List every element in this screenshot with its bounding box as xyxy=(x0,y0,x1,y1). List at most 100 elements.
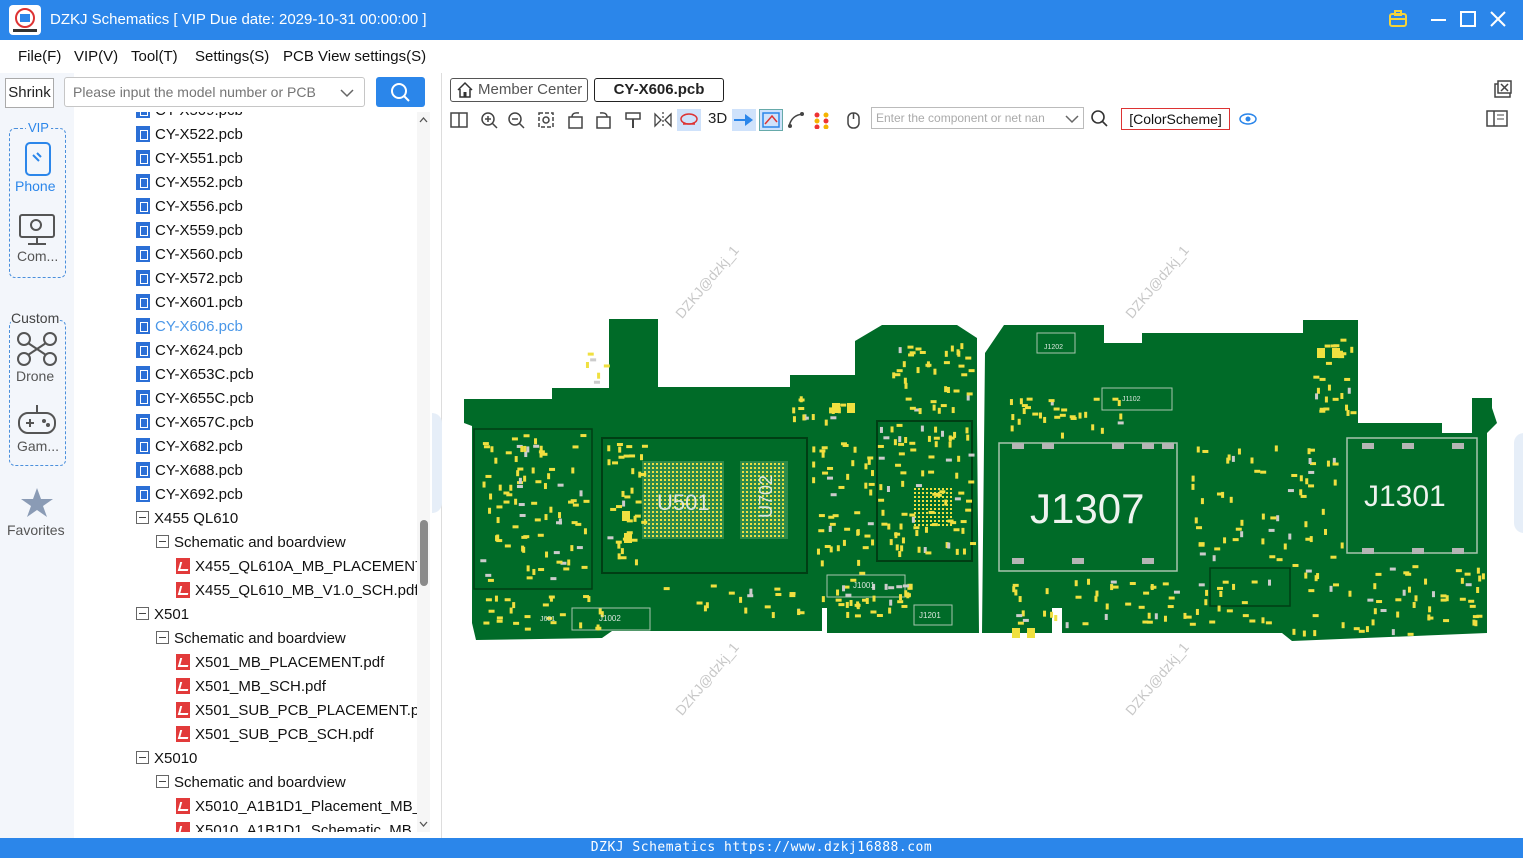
pcb-pad xyxy=(1367,598,1374,602)
tree-file[interactable]: X5010_A1B1D1_Schematic_MB_V xyxy=(176,822,417,832)
collapse-icon[interactable] xyxy=(156,775,169,788)
tree-file[interactable]: CY-X551.pcb xyxy=(136,150,243,174)
category-computer[interactable]: Com... xyxy=(14,213,62,269)
tree-file[interactable]: CY-X509.pcb xyxy=(136,112,243,126)
net-highlight-button[interactable] xyxy=(677,109,701,131)
collapse-icon[interactable] xyxy=(136,751,149,764)
tree-file[interactable]: CY-X624.pcb xyxy=(136,342,243,366)
pcb-pad xyxy=(1194,517,1198,524)
tree-file[interactable]: X501_SUB_PCB_SCH.pdf xyxy=(176,726,373,750)
briefcase-icon[interactable] xyxy=(1387,8,1409,30)
zoom-out-icon[interactable] xyxy=(507,111,525,129)
category-favorites[interactable]: Favorites xyxy=(4,485,70,541)
tree-file[interactable]: CY-X552.pcb xyxy=(136,174,243,198)
side-panel-icon[interactable] xyxy=(1486,110,1508,128)
pcb-pad xyxy=(934,500,936,502)
vip-label: VIP xyxy=(26,120,51,135)
tree-file[interactable]: X501_SUB_PCB_PLACEMENT.pdf xyxy=(176,702,417,726)
chevron-down-icon[interactable] xyxy=(340,88,354,98)
tree-file[interactable]: CY-X601.pcb xyxy=(136,294,243,318)
pcb-pad xyxy=(1460,577,1464,584)
tree-file[interactable]: CY-X559.pcb xyxy=(136,222,243,246)
pcb-pad xyxy=(1142,443,1154,449)
close-icon[interactable] xyxy=(1487,8,1509,30)
tree-file[interactable]: CY-X655C.pcb xyxy=(136,390,254,414)
category-game[interactable]: Gam... xyxy=(14,403,62,459)
pcb-pad xyxy=(572,445,579,449)
tree-file[interactable]: CY-X522.pcb xyxy=(136,126,243,150)
shrink-button[interactable]: Shrink xyxy=(5,78,54,108)
scroll-down-icon[interactable] xyxy=(417,818,430,830)
color-dots-icon[interactable] xyxy=(813,111,831,129)
tree-folder[interactable]: Schematic and boardview xyxy=(156,774,346,798)
scroll-up-icon[interactable] xyxy=(417,114,430,126)
rotate-right-icon[interactable] xyxy=(594,111,612,129)
pcb-pad xyxy=(524,627,531,631)
collapse-icon[interactable] xyxy=(156,631,169,644)
tree-file[interactable]: CY-X560.pcb xyxy=(136,246,243,270)
tree-scrollbar[interactable] xyxy=(417,112,430,832)
tree-scroll-thumb[interactable] xyxy=(420,520,428,586)
trace-route-icon[interactable] xyxy=(787,111,805,129)
collapse-icon[interactable] xyxy=(136,511,149,524)
tree-file[interactable]: CY-X682.pcb xyxy=(136,438,243,462)
tree-file[interactable]: X5010_A1B1D1_Placement_MB_V xyxy=(176,798,417,822)
component-search-input[interactable]: Enter the component or net nan xyxy=(871,107,1084,129)
model-search-input[interactable] xyxy=(65,78,325,106)
model-search-field[interactable] xyxy=(64,77,365,107)
3d-button[interactable]: 3D xyxy=(708,110,727,127)
category-phone[interactable]: Phone xyxy=(14,141,62,197)
menu-tool[interactable]: Tool(T) xyxy=(131,48,178,65)
search-button[interactable] xyxy=(376,77,425,107)
pcb-pad xyxy=(1117,400,1121,407)
tab-member-center[interactable]: Member Center xyxy=(450,78,588,102)
rotate-left-icon[interactable] xyxy=(567,111,585,129)
paint-brush-icon[interactable] xyxy=(624,111,642,129)
pcb-pad xyxy=(1472,615,1479,619)
tree-folder[interactable]: Schematic and boardview xyxy=(156,534,346,558)
tree-folder[interactable]: X455 QL610 xyxy=(136,510,238,534)
tree-file[interactable]: X455_QL610_MB_V1.0_SCH.pdf xyxy=(176,582,417,606)
eye-icon[interactable] xyxy=(1238,110,1258,128)
minimize-icon[interactable] xyxy=(1428,8,1450,30)
tree-file[interactable]: CY-X556.pcb xyxy=(136,198,243,222)
pcb-pad xyxy=(750,495,752,497)
mirror-icon[interactable] xyxy=(654,111,672,129)
tree-file[interactable]: CY-X606.pcb xyxy=(136,318,243,342)
color-scheme-button[interactable]: [ColorScheme] xyxy=(1121,108,1230,130)
show-pins-button[interactable] xyxy=(732,109,756,131)
tree-file[interactable]: X455_QL610A_MB_PLACEMENT_V xyxy=(176,558,417,582)
pcb-pad xyxy=(716,463,718,465)
collapse-icon[interactable] xyxy=(136,607,149,620)
menu-settings[interactable]: Settings(S) xyxy=(195,48,269,65)
select-area-button[interactable] xyxy=(759,109,783,131)
split-view-icon[interactable] xyxy=(450,111,468,129)
pcb-pad xyxy=(700,535,702,537)
pcb-board-view[interactable]: U501 U702 J1307 J1301 J1001 J1002 J1102 J1201 J1… xyxy=(452,303,1522,863)
menu-pcb-view-settings[interactable]: PCB View settings(S) xyxy=(283,48,426,65)
menu-vip[interactable]: VIP(V) xyxy=(74,48,118,65)
component-search-icon[interactable] xyxy=(1090,109,1110,129)
left-collapse-handle[interactable] xyxy=(432,413,442,513)
fit-view-icon[interactable] xyxy=(537,111,555,129)
tab-active-file[interactable]: CY-X606.pcb xyxy=(594,78,724,102)
menu-file[interactable]: File(F) xyxy=(18,48,61,65)
tree-file[interactable]: CY-X572.pcb xyxy=(136,270,243,294)
pcb-pad xyxy=(587,352,594,356)
close-tab-icon[interactable] xyxy=(1493,80,1513,100)
tree-folder[interactable]: Schematic and boardview xyxy=(156,630,346,654)
tree-folder[interactable]: X5010 xyxy=(136,750,197,774)
tree-file[interactable]: CY-X657C.pcb xyxy=(136,414,254,438)
category-drone[interactable]: Drone xyxy=(14,331,62,387)
tree-file[interactable]: CY-X688.pcb xyxy=(136,462,243,486)
zoom-in-icon[interactable] xyxy=(480,111,498,129)
tree-file[interactable]: CY-X692.pcb xyxy=(136,486,243,510)
mouse-icon[interactable] xyxy=(844,111,862,129)
tree-folder[interactable]: X501 xyxy=(136,606,189,630)
tree-file[interactable]: X501_MB_PLACEMENT.pdf xyxy=(176,654,384,678)
collapse-icon[interactable] xyxy=(156,535,169,548)
tree-file[interactable]: CY-X653C.pcb xyxy=(136,366,254,390)
tree-file[interactable]: X501_MB_SCH.pdf xyxy=(176,678,326,702)
maximize-icon[interactable] xyxy=(1457,8,1479,30)
chevron-down-icon[interactable] xyxy=(1065,114,1079,124)
